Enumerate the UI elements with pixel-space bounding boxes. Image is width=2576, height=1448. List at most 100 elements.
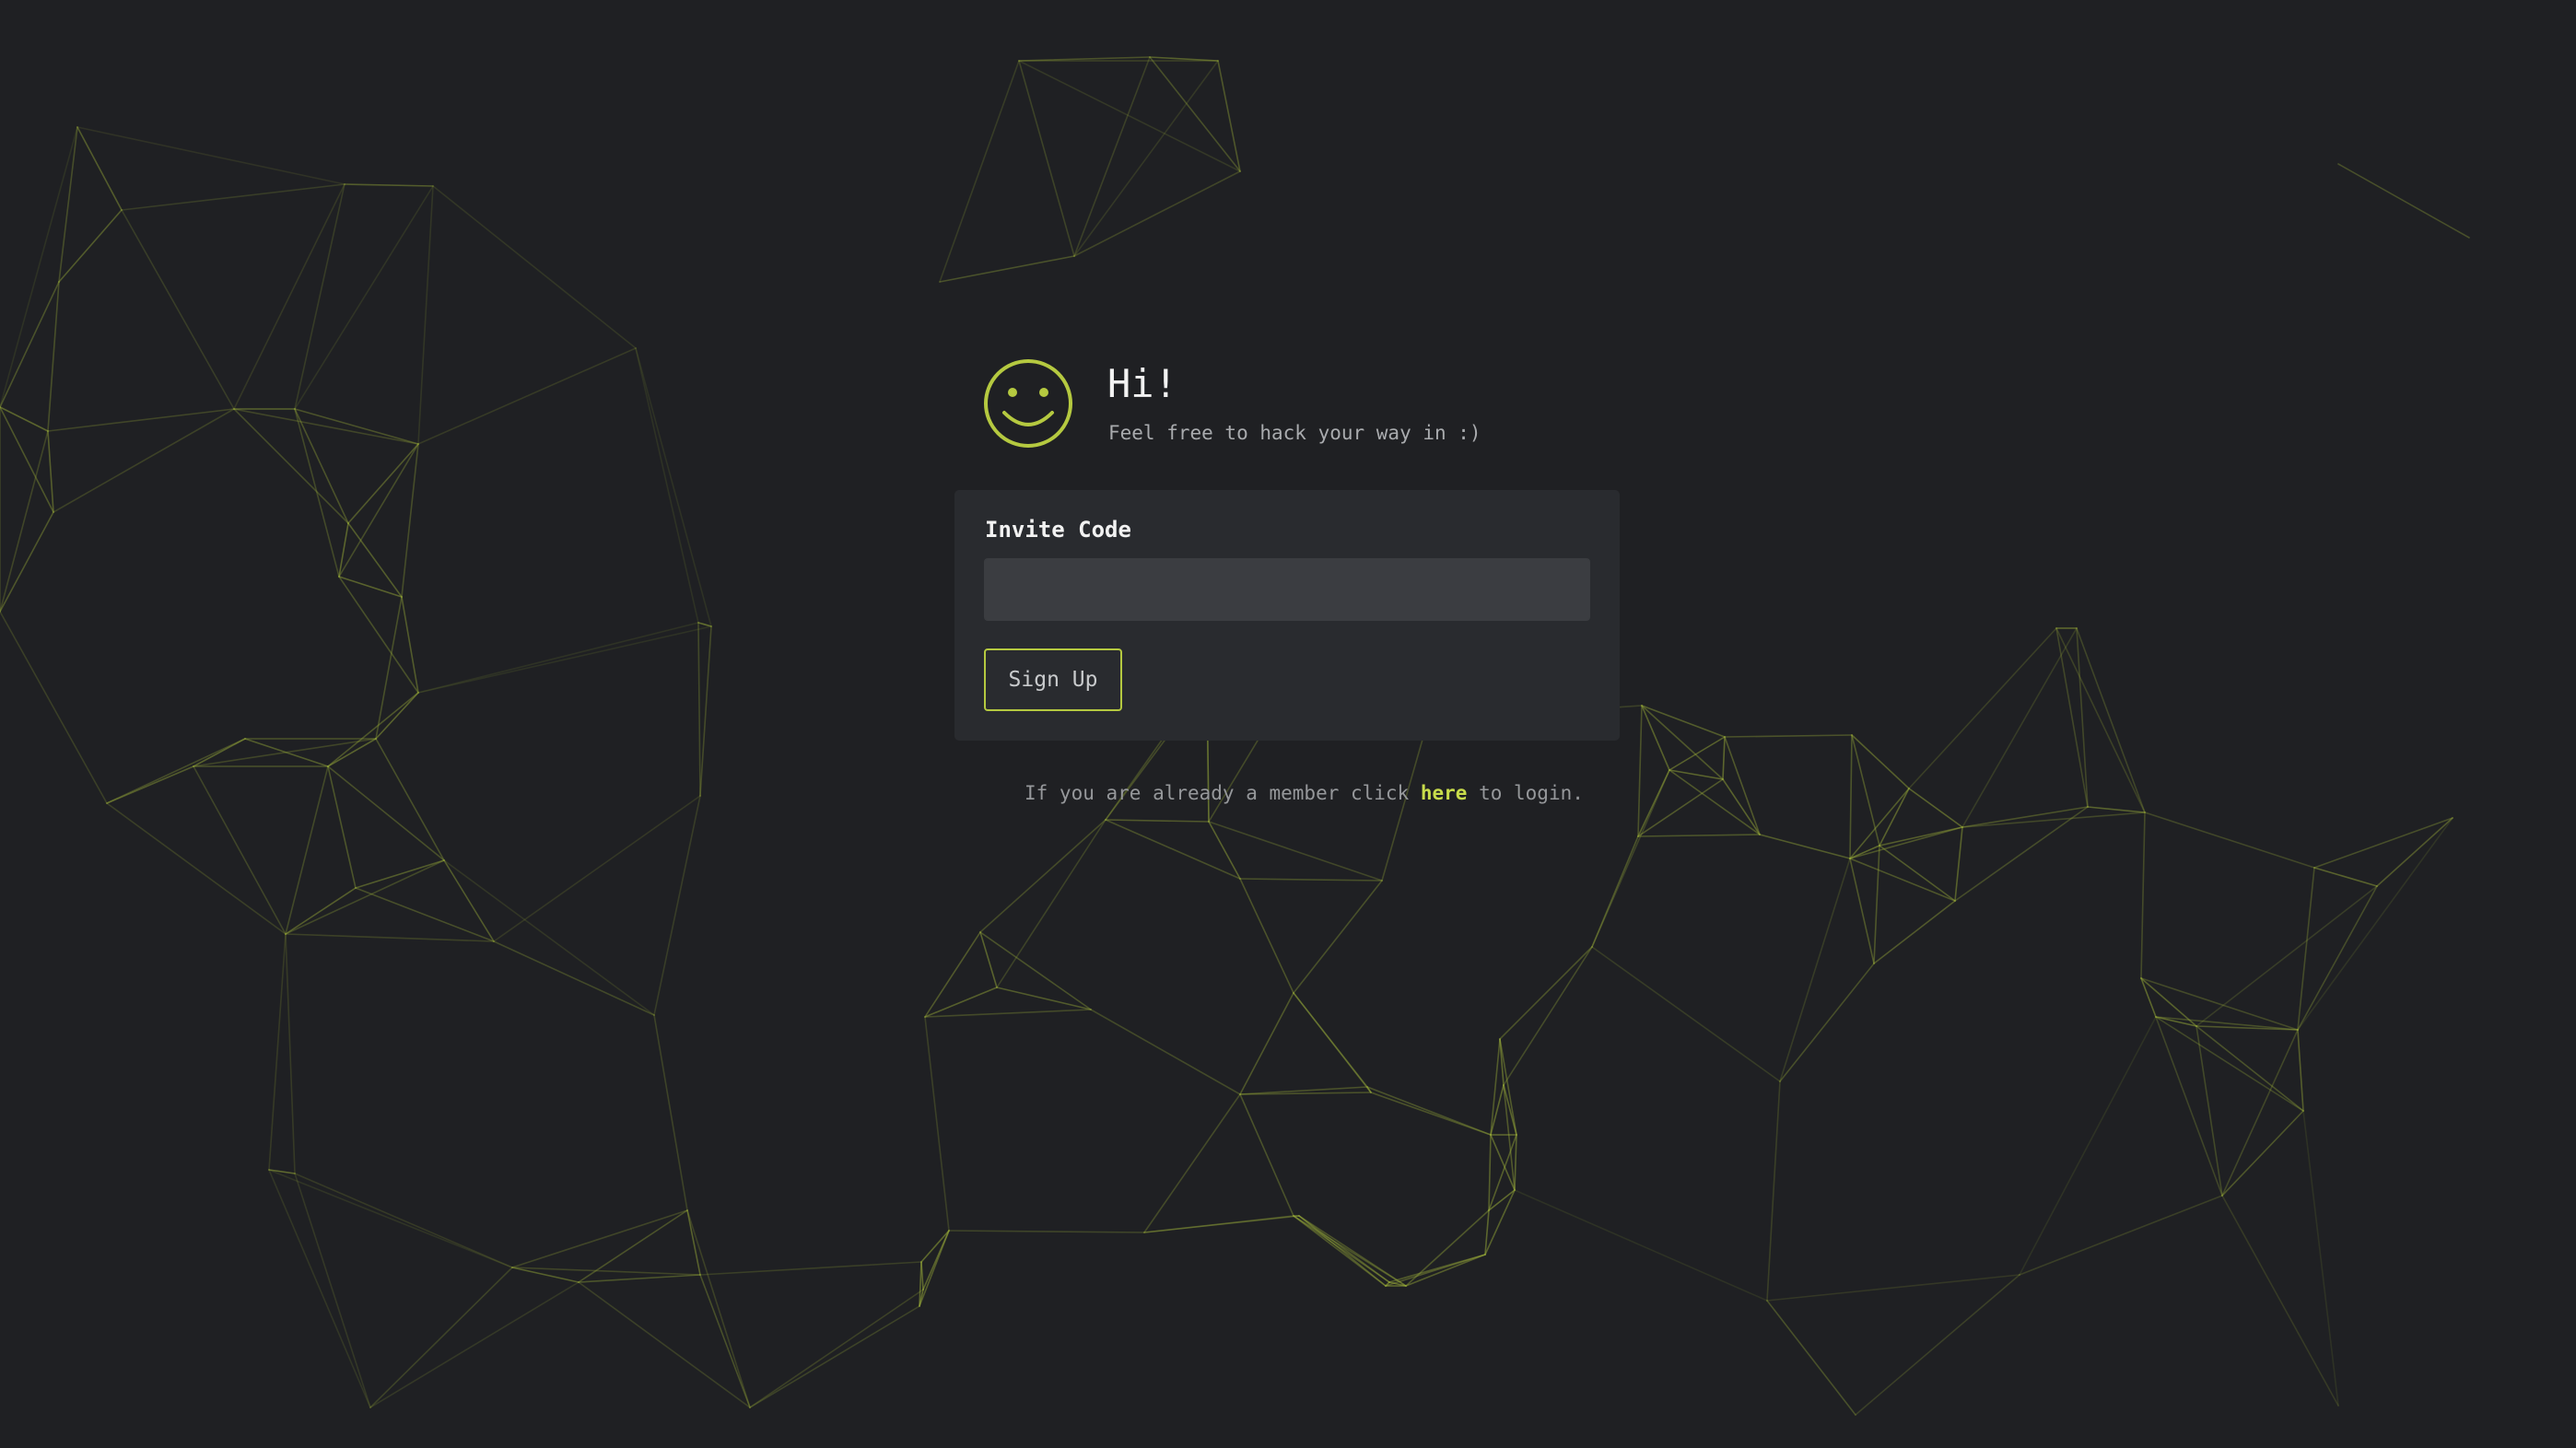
network-line	[511, 1209, 688, 1268]
network-line	[294, 183, 345, 410]
network-line	[1293, 992, 1372, 1093]
network-line	[121, 209, 235, 410]
network-line	[285, 933, 495, 942]
network-line	[697, 622, 701, 797]
network-line	[1591, 946, 1781, 1082]
login-link[interactable]: here	[1421, 782, 1468, 804]
network-line	[417, 185, 434, 445]
network-line	[2313, 867, 2378, 887]
network-line	[2019, 1016, 2157, 1276]
network-line	[996, 987, 1092, 1010]
network-line	[749, 1289, 924, 1408]
network-line	[1073, 170, 1241, 257]
network-line	[1849, 734, 1853, 859]
network-line	[1961, 627, 2078, 828]
network-line	[2019, 1195, 2223, 1276]
network-line	[1488, 1134, 1492, 1211]
network-line	[653, 795, 701, 1016]
network-line	[979, 931, 998, 988]
network-line	[233, 183, 345, 410]
network-line	[0, 406, 49, 432]
network-line	[1722, 736, 1726, 780]
network-line	[924, 1016, 950, 1232]
network-line	[939, 255, 1075, 283]
network-line	[375, 692, 419, 740]
network-line	[1105, 819, 1210, 823]
network-line	[1073, 60, 1219, 257]
network-line	[58, 126, 78, 283]
network-line	[355, 859, 445, 889]
network-line	[1503, 946, 1593, 1086]
network-line	[948, 1230, 1145, 1233]
smiley-icon	[984, 359, 1072, 448]
network-line	[369, 1281, 580, 1408]
network-line	[1514, 1189, 1768, 1302]
network-line	[53, 408, 235, 513]
network-line	[1855, 1274, 2020, 1416]
network-line	[1239, 1093, 1294, 1217]
network-line	[1239, 878, 1383, 882]
network-line	[1849, 858, 1956, 902]
login-prompt-suffix: to login.	[1467, 782, 1584, 804]
network-line	[1669, 736, 1726, 771]
network-line	[2155, 1016, 2223, 1197]
network-line	[1293, 880, 1383, 994]
network-line	[47, 408, 235, 432]
network-line	[76, 126, 345, 185]
network-line	[979, 931, 1092, 1010]
signup-card: Invite Code Sign Up	[954, 490, 1620, 741]
network-line	[1879, 788, 1910, 847]
network-line	[1018, 60, 1075, 257]
network-line	[635, 347, 699, 624]
network-line	[1293, 1215, 1387, 1287]
network-line	[1490, 1038, 1501, 1136]
network-line	[1591, 769, 1670, 948]
network-line	[58, 209, 123, 283]
network-line	[920, 1230, 950, 1263]
page-title: Hi!	[1107, 361, 1177, 406]
network-line	[106, 802, 287, 935]
network-line	[294, 185, 434, 410]
network-line	[1370, 1092, 1492, 1136]
network-line	[1722, 778, 1761, 835]
network-line	[2337, 163, 2470, 239]
network-line	[1405, 1254, 1486, 1287]
network-line	[121, 183, 345, 211]
network-line	[697, 622, 712, 627]
network-line	[1849, 858, 1875, 964]
network-line	[1766, 1300, 1856, 1416]
network-line	[2297, 817, 2453, 1031]
network-line	[699, 1274, 751, 1408]
sign-up-button[interactable]: Sign Up	[984, 648, 1122, 711]
network-line	[233, 408, 349, 524]
network-line	[417, 625, 712, 694]
network-line	[1759, 834, 1851, 859]
network-line	[1641, 705, 1726, 738]
network-line	[1298, 1215, 1407, 1287]
network-line	[417, 347, 637, 445]
network-line	[1073, 56, 1151, 257]
network-line	[1879, 845, 1956, 902]
network-line	[1851, 734, 1910, 789]
network-line	[924, 931, 981, 1018]
network-line	[443, 859, 495, 942]
network-line	[327, 692, 419, 767]
welcome-header: Hi! Feel free to hack your way in :)	[982, 357, 1645, 450]
network-line	[1499, 946, 1593, 1040]
network-line	[2376, 817, 2453, 887]
network-line	[244, 738, 329, 767]
page-subtitle: Feel free to hack your way in :)	[1108, 422, 1481, 444]
network-line	[1239, 878, 1294, 994]
network-line	[2313, 817, 2453, 869]
network-line	[2221, 1110, 2304, 1197]
network-line	[1873, 900, 1956, 964]
network-line	[1873, 845, 1880, 964]
network-line	[578, 1274, 701, 1283]
invite-code-input[interactable]	[984, 558, 1590, 621]
network-line	[1637, 705, 1643, 837]
network-line	[2140, 812, 2146, 979]
network-line	[2144, 812, 2315, 869]
network-line	[1217, 60, 1241, 172]
login-prompt-text: If you are already a member click here t…	[1025, 777, 1584, 809]
network-line	[369, 1267, 513, 1408]
